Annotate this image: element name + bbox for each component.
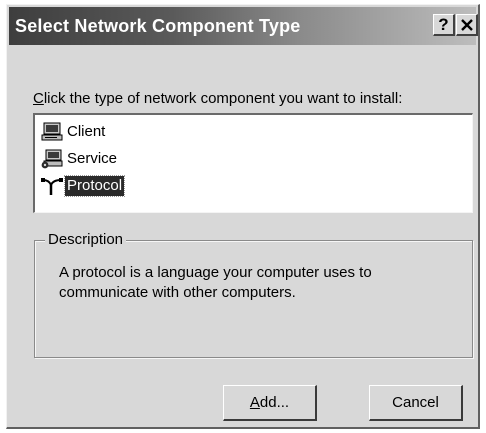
protocol-cable-icon (41, 176, 63, 196)
list-item-protocol[interactable]: Protocol (41, 175, 126, 197)
list-item-label: Client (67, 123, 106, 140)
add-button[interactable]: Add... (223, 385, 317, 421)
list-item-service[interactable]: Service (41, 148, 119, 170)
list-item-client[interactable]: Client (41, 121, 107, 143)
help-button[interactable]: ? (433, 14, 455, 36)
list-item-label: Protocol (63, 175, 126, 197)
close-button[interactable] (456, 14, 478, 36)
list-item-label: Service (67, 150, 118, 167)
description-text: A protocol is a language your computer u… (59, 264, 372, 301)
description-group: Description A protocol is a language you… (34, 231, 473, 358)
select-network-component-dialog: Select Network Component Type ? Click th… (6, 4, 480, 429)
instruction-label: Click the type of network component you … (33, 90, 402, 107)
component-type-list[interactable]: Client Service Protocol (33, 113, 473, 213)
title-bar[interactable]: Select Network Component Type ? (9, 7, 478, 45)
client-computer-icon (41, 122, 63, 142)
instruction-text: lick the type of network component you w… (43, 90, 403, 107)
service-computer-icon (41, 149, 63, 169)
add-button-accel: A (249, 394, 260, 411)
cancel-button[interactable]: Cancel (369, 385, 463, 421)
instruction-accel: C (33, 90, 44, 107)
add-button-label: dd... (259, 394, 290, 411)
window-title: Select Network Component Type (15, 16, 301, 36)
close-icon (460, 19, 473, 31)
description-legend: Description (45, 231, 127, 248)
